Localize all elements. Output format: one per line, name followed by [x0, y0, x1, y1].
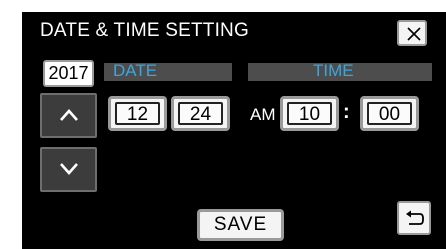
save-button[interactable]: SAVE	[197, 209, 284, 241]
close-button[interactable]	[397, 20, 427, 46]
chevron-up-icon	[60, 109, 78, 121]
day-field[interactable]: 24	[171, 96, 230, 131]
month-value: 12	[115, 102, 160, 125]
time-section-label: TIME	[313, 61, 354, 80]
minute-value: 00	[367, 102, 412, 125]
date-section-label: DATE	[113, 61, 158, 80]
am-pm-indicator: AM	[250, 105, 276, 124]
decrement-button[interactable]	[40, 147, 97, 192]
back-button[interactable]	[397, 201, 431, 235]
return-icon	[406, 210, 424, 225]
page-title: DATE & TIME SETTING	[40, 20, 249, 41]
increment-button[interactable]	[40, 93, 97, 138]
time-separator: :	[343, 101, 350, 123]
hour-field[interactable]: 10	[280, 96, 339, 131]
date-time-setting-screen: DATE & TIME SETTING 2017 DATE TIME 12 24…	[0, 0, 446, 249]
hour-value: 10	[287, 102, 332, 125]
chevron-down-icon	[60, 163, 78, 175]
close-icon	[407, 27, 421, 41]
day-value: 24	[178, 102, 223, 125]
month-field[interactable]: 12	[108, 96, 167, 131]
minute-field[interactable]: 00	[360, 96, 419, 131]
year-field[interactable]: 2017	[43, 60, 94, 87]
